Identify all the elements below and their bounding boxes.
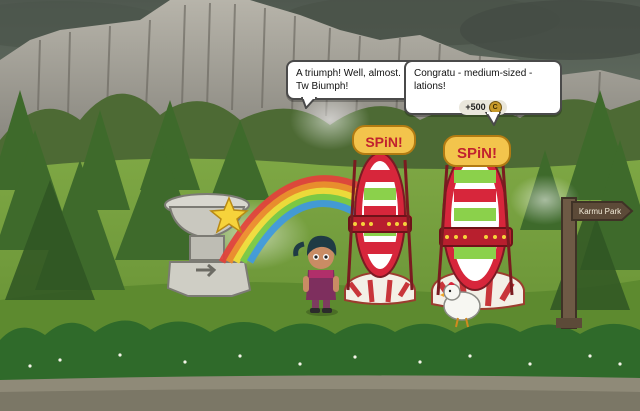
speech-bubble-1-text: A triumph! Well, almost. Tw Biumph! bbox=[296, 68, 401, 92]
speech-bubble-2-text: Congratu - medium-sized - lations! bbox=[414, 68, 533, 92]
speech-bubble-2[interactable]: Congratu - medium-sized - lations! +500 … bbox=[404, 60, 562, 115]
speech-bubble-1[interactable]: A triumph! Well, almost. Tw Biumph! bbox=[286, 60, 418, 100]
location-sign-text: Karmu Park bbox=[579, 207, 622, 216]
spin-sign-1: SPiN! bbox=[365, 134, 402, 150]
speech-bubble-1-tail bbox=[300, 97, 318, 109]
game-scene: SPiN! SPiN! Karmu Park A triumph! Well, … bbox=[0, 0, 640, 411]
speech-bubble-2-tail bbox=[484, 112, 502, 126]
reward-amount: +500 bbox=[465, 101, 486, 112]
spin-sign-2: SPiN! bbox=[457, 145, 497, 162]
